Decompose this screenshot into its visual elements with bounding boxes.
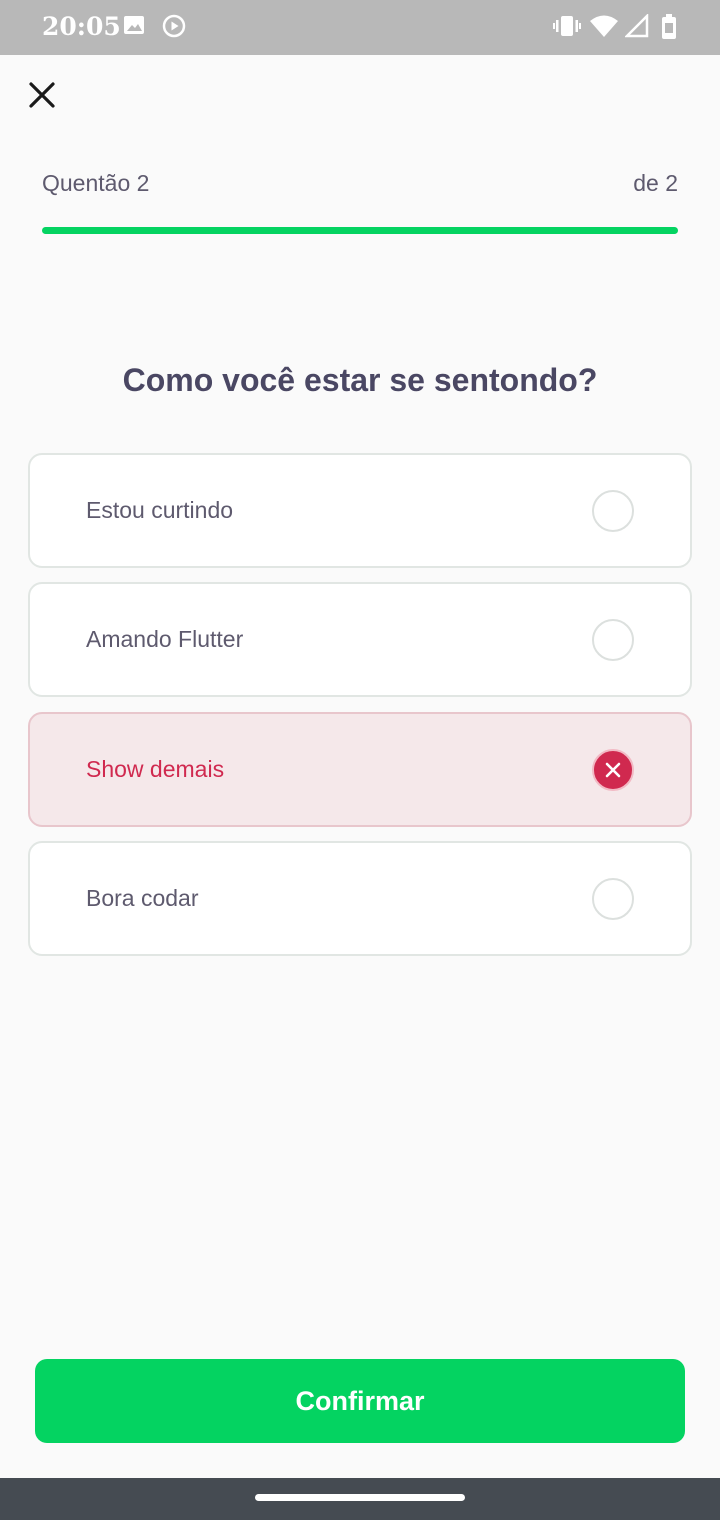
vibrate-icon xyxy=(553,14,581,43)
radio-circle-icon xyxy=(592,878,634,920)
answer-option-label: Estou curtindo xyxy=(86,497,234,523)
question-counter-label: Quentão 2 xyxy=(42,170,150,196)
answer-option-label: Bora codar xyxy=(86,885,199,911)
image-icon xyxy=(123,14,145,41)
progress-fill xyxy=(42,227,678,234)
status-bar: 20:05 xyxy=(0,0,720,55)
radio-circle-icon xyxy=(592,490,634,532)
status-time: 20:05 xyxy=(42,12,121,41)
radio-circle-icon xyxy=(592,619,634,661)
question-counter-total: de 2 xyxy=(633,170,678,196)
answer-option[interactable]: Amando Flutter xyxy=(28,582,692,697)
navigation-bar xyxy=(0,1478,720,1520)
progress-bar xyxy=(42,227,678,234)
close-icon xyxy=(28,81,56,114)
signal-icon xyxy=(623,12,649,43)
play-circle-icon xyxy=(162,14,186,43)
close-button[interactable] xyxy=(22,77,62,117)
home-indicator[interactable] xyxy=(255,1494,465,1501)
confirm-button[interactable]: Confirmar xyxy=(35,1359,685,1443)
battery-icon xyxy=(661,14,677,45)
question-title: Como você estar se sentondo? xyxy=(122,362,598,398)
answer-option-label: Show demais xyxy=(86,756,225,782)
wifi-icon xyxy=(589,14,619,43)
wrong-answer-icon xyxy=(592,749,634,791)
answer-option[interactable]: Estou curtindo xyxy=(28,453,692,568)
answer-option-wrong[interactable]: Show demais xyxy=(28,712,692,827)
answer-option[interactable]: Bora codar xyxy=(28,841,692,956)
answer-option-label: Amando Flutter xyxy=(86,626,244,652)
